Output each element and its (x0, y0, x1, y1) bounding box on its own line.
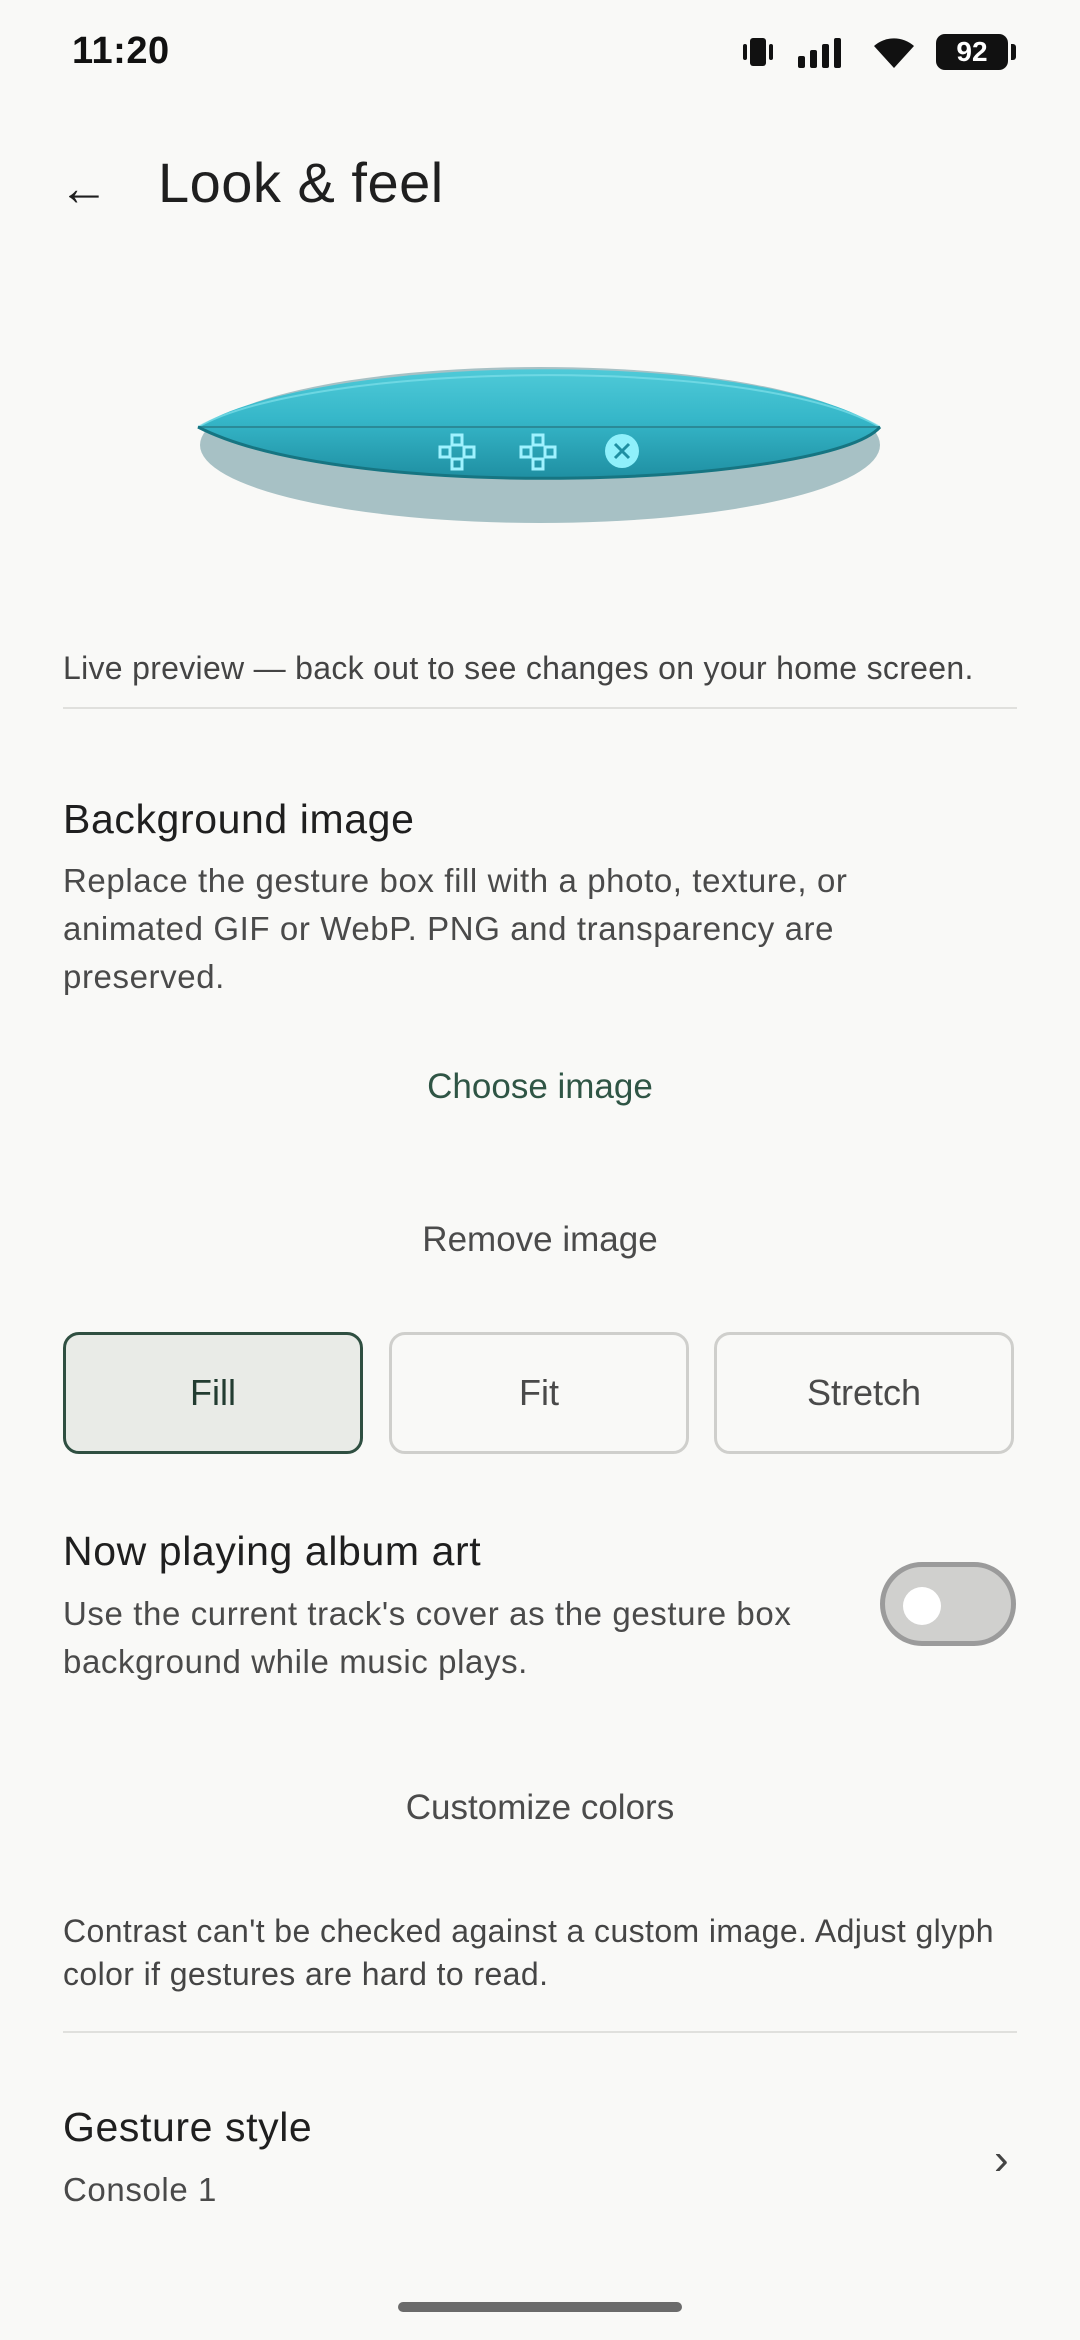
chevron-right-icon: › (994, 2135, 1009, 2184)
customize-colors-button[interactable]: Customize colors (63, 1788, 1017, 1828)
toggle-knob (903, 1587, 941, 1625)
home-indicator[interactable] (398, 2302, 682, 2312)
wifi-icon (874, 38, 914, 68)
gesture-style-title: Gesture style (63, 2104, 313, 2150)
signal-icon (798, 38, 841, 68)
gesture-style-row[interactable]: Gesture style Console 1 (0, 2080, 1080, 2230)
preview-caption: Live preview — back out to see changes o… (63, 650, 974, 686)
status-icons: 92 (740, 34, 1016, 70)
choose-image-button[interactable]: Choose image (63, 1067, 1017, 1107)
divider (63, 2031, 1017, 2033)
scale-stretch-label: Stretch (806, 1372, 922, 1413)
scale-fill-button[interactable]: Fill (63, 1332, 363, 1454)
divider (63, 707, 1017, 709)
scale-fit-label: Fit (519, 1372, 559, 1413)
album-art-description: Use the current track's cover as the ges… (63, 1595, 792, 1680)
page-title: Look & feel (158, 151, 444, 214)
battery-icon: 92 (936, 34, 1016, 70)
back-arrow-icon: ← (59, 160, 109, 216)
album-art-title: Now playing album art (63, 1528, 482, 1574)
scale-fit-button[interactable]: Fit (389, 1332, 689, 1454)
back-button[interactable]: ← (56, 160, 112, 216)
background-image-description: Replace the gesture box fill with a phot… (63, 862, 848, 995)
scale-stretch-button[interactable]: Stretch (714, 1332, 1014, 1454)
close-glyph-icon (605, 434, 639, 468)
scale-fill-label: Fill (190, 1372, 236, 1413)
vibrate-icon (743, 38, 773, 66)
status-time: 11:20 (72, 30, 170, 72)
contrast-note: Contrast can't be checked against a cust… (63, 1913, 994, 1992)
gesture-style-value: Console 1 (63, 2171, 217, 2208)
album-art-toggle[interactable] (880, 1562, 1016, 1646)
gesture-box-preview (190, 335, 890, 535)
background-image-title: Background image (63, 796, 415, 842)
battery-level: 92 (956, 36, 988, 67)
remove-image-button[interactable]: Remove image (63, 1220, 1017, 1260)
